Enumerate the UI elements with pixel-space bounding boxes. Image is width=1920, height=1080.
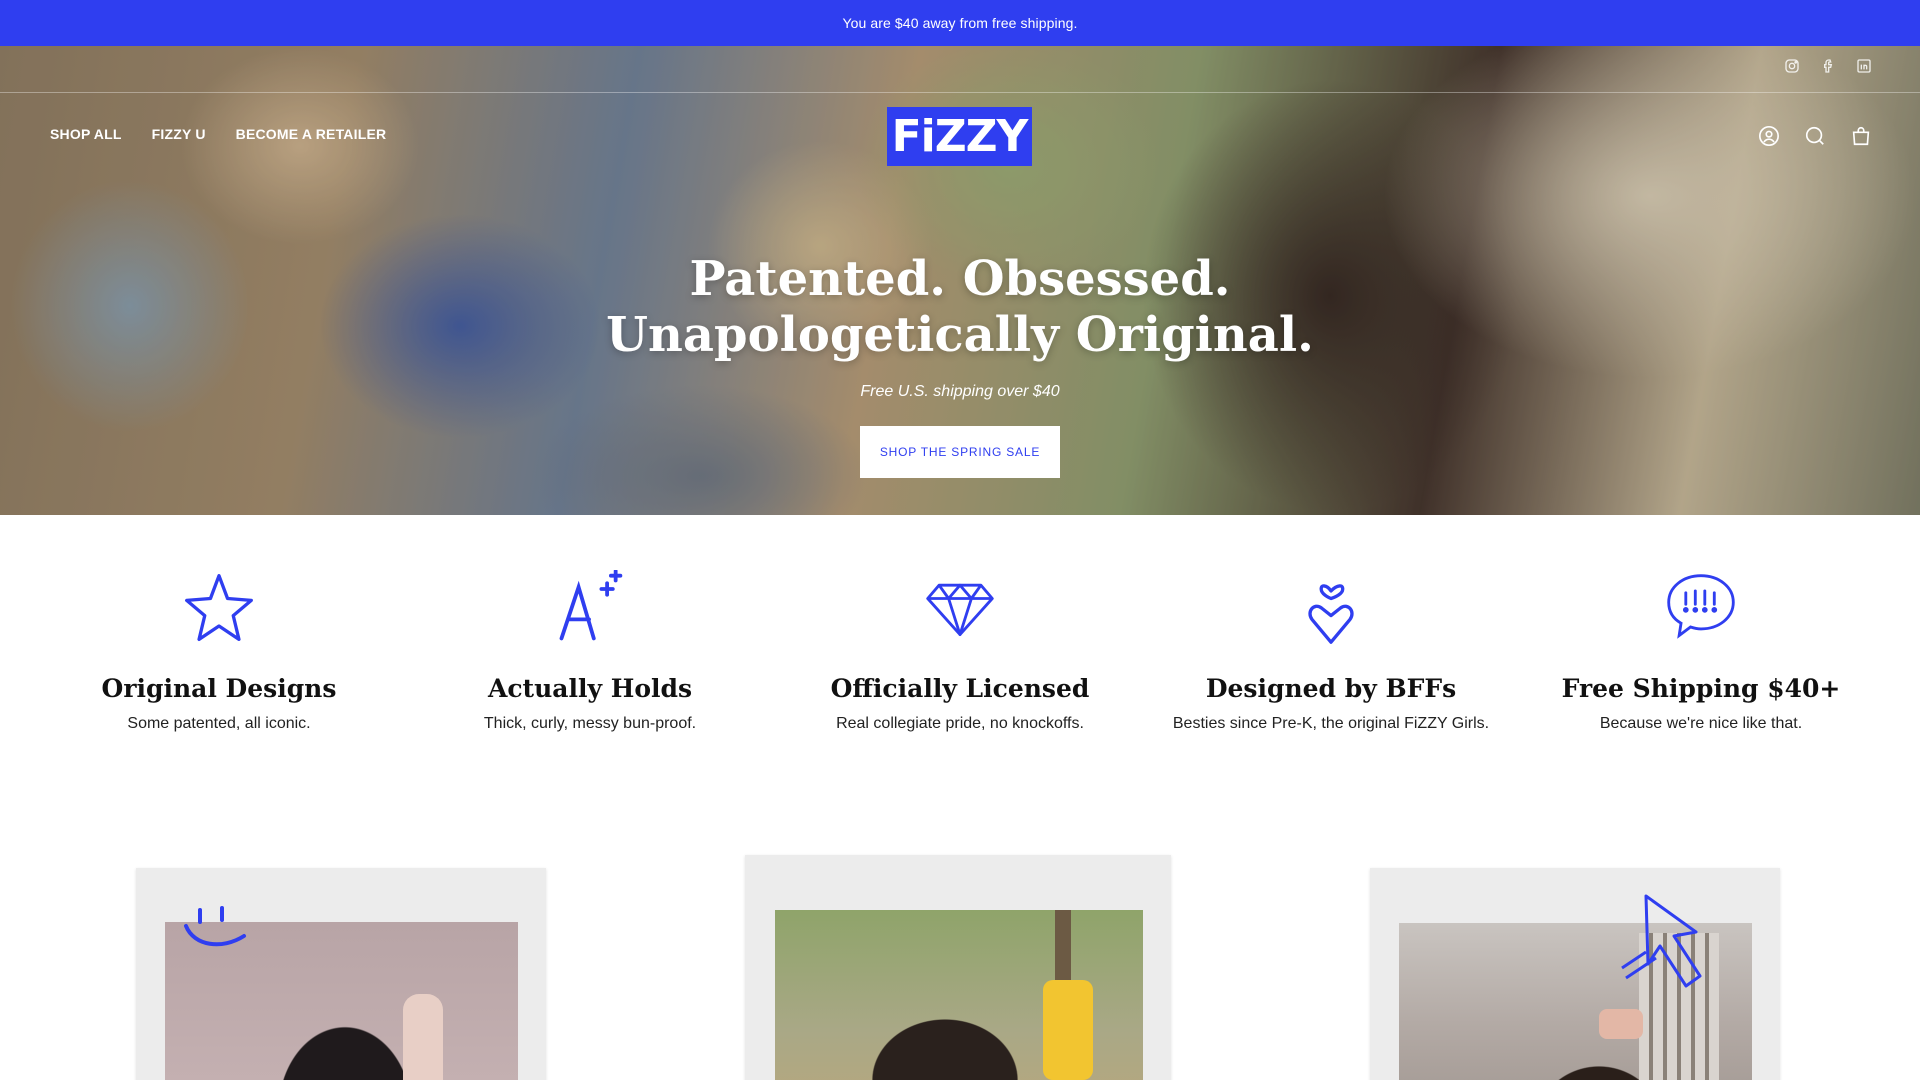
feature-designed-by-bffs: Designed by BFFs Besties since Pre-K, th…	[1146, 515, 1516, 733]
feature-text: Besties since Pre-K, the original FiZZY …	[1172, 715, 1490, 732]
shop-spring-sale-button[interactable]: SHOP THE SPRING SALE	[860, 426, 1060, 478]
linkedin-icon[interactable]	[1856, 58, 1872, 74]
search-icon[interactable]	[1804, 125, 1826, 147]
header-divider	[0, 92, 1920, 93]
hair-clip-image	[403, 994, 443, 1080]
cart-icon[interactable]	[1850, 125, 1872, 147]
speech-bubble-icon	[1667, 574, 1735, 639]
utility-icons	[1758, 125, 1872, 147]
announcement-text: You are $40 away from free shipping.	[842, 15, 1078, 31]
nav-become-a-retailer[interactable]: BECOME A RETAILER	[236, 126, 387, 142]
nav-fizzy-u[interactable]: FIZZY U	[152, 126, 206, 142]
smiley-doodle-icon	[184, 906, 246, 947]
feature-free-shipping: Free Shipping $40+ Because we're nice li…	[1516, 515, 1886, 733]
feature-original-designs: Original Designs Some patented, all icon…	[34, 515, 404, 733]
a-plus-icon	[559, 570, 623, 641]
arrow-doodle-icon	[1621, 894, 1702, 988]
logo-text: FiZZY	[891, 111, 1029, 162]
polaroid-frame	[745, 855, 1171, 1080]
main-nav: SHOP ALL FIZZY U BECOME A RETAILER	[50, 126, 386, 142]
announcement-bar: You are $40 away from free shipping.	[0, 0, 1920, 46]
feature-title: Original Designs	[101, 674, 337, 703]
account-icon[interactable]	[1758, 125, 1780, 147]
polaroid-frame	[136, 868, 546, 1080]
hair-clip-image	[1599, 1009, 1643, 1039]
feature-title: Designed by BFFs	[1205, 674, 1457, 703]
feature-title: Actually Holds	[487, 674, 693, 703]
diamond-icon	[926, 583, 994, 637]
feature-text: Thick, curly, messy bun-proof.	[483, 715, 697, 732]
hero-title: Patented. Obsessed. Unapologetically Ori…	[606, 251, 1314, 363]
feature-actually-holds: Actually Holds Thick, curly, messy bun-p…	[405, 515, 775, 733]
star-icon	[185, 574, 253, 642]
product-photo[interactable]	[775, 910, 1143, 1080]
polaroid-frame	[1370, 868, 1780, 1080]
feature-text: Some patented, all iconic.	[127, 715, 311, 732]
instagram-icon[interactable]	[1784, 58, 1800, 74]
heart-icon	[1308, 584, 1354, 644]
hair-clip-image	[1043, 980, 1093, 1080]
feature-officially-licensed: Officially Licensed Real collegiate prid…	[775, 515, 1145, 733]
feature-text: Because we're nice like that.	[1599, 715, 1803, 732]
hero-banner: SHOP ALL FIZZY U BECOME A RETAILER FiZZY…	[0, 46, 1920, 515]
hero-subtitle: Free U.S. shipping over $40	[860, 383, 1060, 400]
site-logo[interactable]: FiZZY	[887, 107, 1032, 166]
features-row: Original Designs Some patented, all icon…	[0, 515, 1920, 755]
feature-title: Free Shipping $40+	[1561, 674, 1841, 703]
feature-title: Officially Licensed	[830, 674, 1090, 703]
nav-shop-all[interactable]: SHOP ALL	[50, 126, 122, 142]
facebook-icon[interactable]	[1820, 58, 1836, 74]
feature-text: Real collegiate pride, no knockoffs.	[836, 715, 1084, 732]
social-links	[1784, 58, 1872, 74]
